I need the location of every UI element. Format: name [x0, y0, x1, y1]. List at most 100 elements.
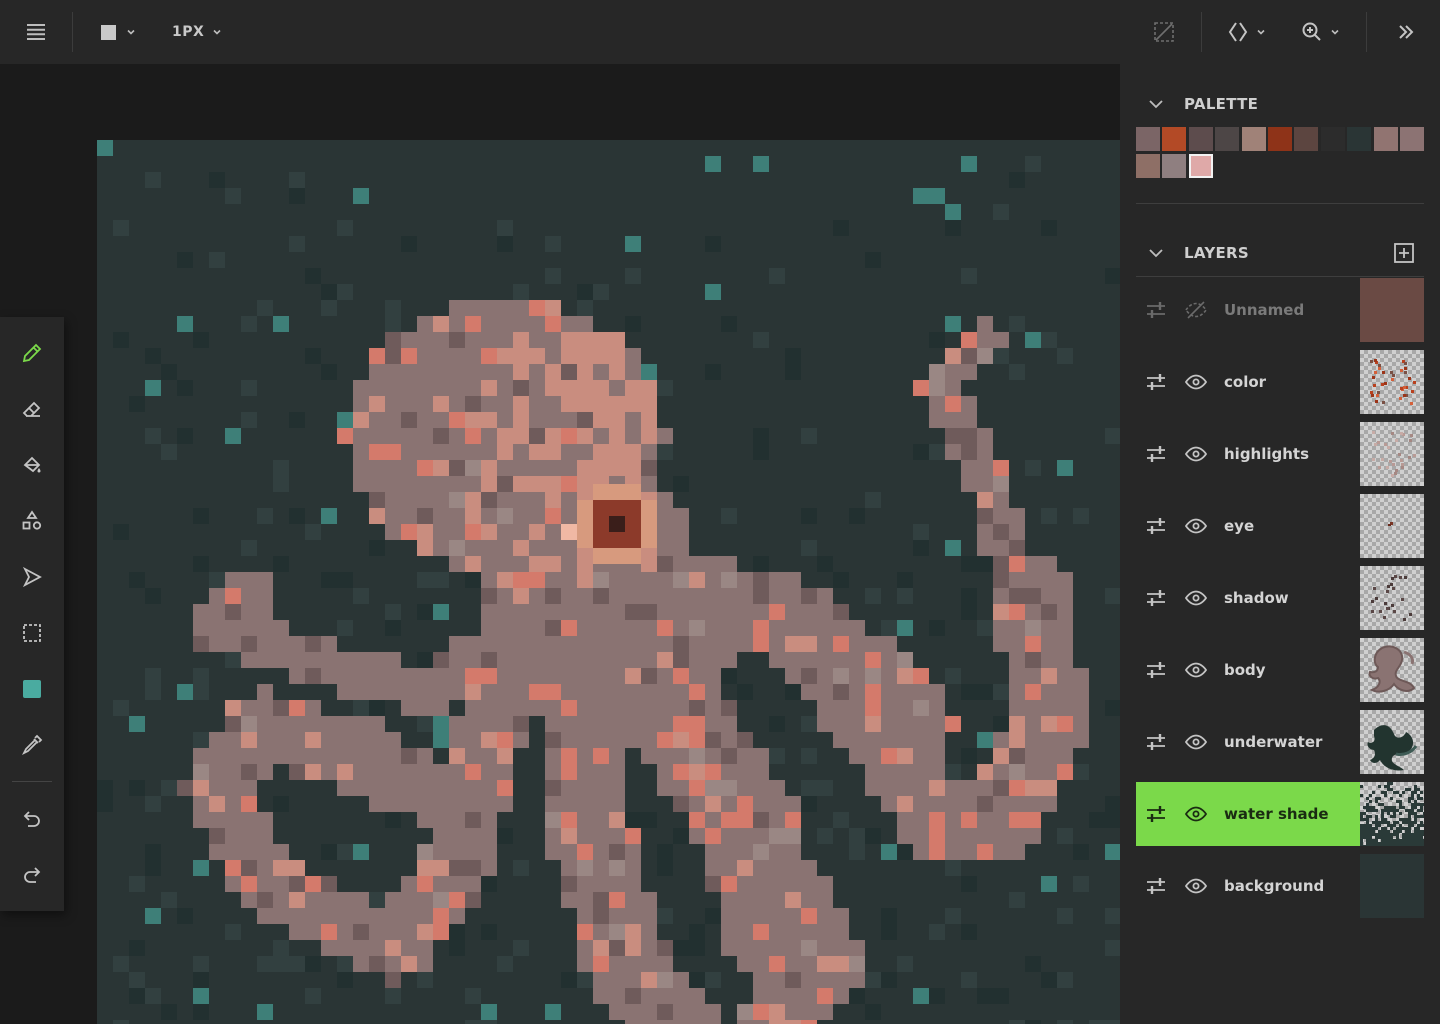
eyedropper-tool[interactable]	[0, 717, 64, 773]
layer-settings-icon[interactable]	[1144, 874, 1168, 898]
canvas-pixel	[817, 908, 833, 924]
eye-icon[interactable]	[1184, 370, 1208, 394]
eye-icon[interactable]	[1184, 514, 1208, 538]
layer-item[interactable]: Unnamed	[1136, 278, 1424, 342]
layer-item[interactable]: background	[1136, 854, 1424, 918]
eye-icon[interactable]	[1184, 802, 1208, 826]
canvas-pixel	[801, 796, 817, 812]
layer-settings-icon[interactable]	[1144, 802, 1168, 826]
canvas-pixel	[577, 300, 593, 316]
layer-item[interactable]: color	[1136, 350, 1424, 414]
palette-swatch[interactable]	[1320, 127, 1345, 151]
canvas-pixel	[753, 156, 769, 172]
canvas-pixel	[593, 460, 609, 476]
selection-tool[interactable]	[0, 605, 64, 661]
fill-tool[interactable]	[0, 437, 64, 493]
double-chevron-right-icon[interactable]	[1392, 0, 1420, 64]
palette-swatch[interactable]	[1188, 154, 1213, 178]
canvas-pixel	[353, 380, 369, 396]
palette-header[interactable]: PALETTE	[1136, 84, 1424, 124]
layer-settings-icon[interactable]	[1144, 730, 1168, 754]
canvas-pixel	[961, 428, 977, 444]
layer-row[interactable]: body	[1136, 638, 1360, 702]
layer-row[interactable]: color	[1136, 350, 1360, 414]
layer-item[interactable]: body	[1136, 638, 1424, 702]
eraser-tool[interactable]	[0, 381, 64, 437]
layer-settings-icon[interactable]	[1144, 514, 1168, 538]
layer-row[interactable]: eye	[1136, 494, 1360, 558]
layer-row[interactable]: Unnamed	[1136, 278, 1360, 342]
layer-item[interactable]: highlights	[1136, 422, 1424, 486]
canvas-pixel	[1073, 876, 1089, 892]
layer-settings-icon[interactable]	[1144, 658, 1168, 682]
layer-row[interactable]: underwater	[1136, 710, 1360, 774]
chevron-down-icon[interactable]	[1146, 243, 1166, 263]
layer-settings-icon[interactable]	[1144, 370, 1168, 394]
eye-icon[interactable]	[1184, 874, 1208, 898]
palette-swatch[interactable]	[1373, 127, 1398, 151]
symmetry-dropdown[interactable]	[1226, 0, 1270, 64]
zoom-dropdown[interactable]	[1300, 0, 1344, 64]
palette-swatch[interactable]	[1136, 154, 1160, 178]
canvas-pixel	[577, 748, 593, 764]
eye-icon[interactable]	[1184, 586, 1208, 610]
palette-swatch[interactable]	[1188, 127, 1213, 151]
palette-swatch[interactable]	[1215, 127, 1240, 151]
chevron-down-icon[interactable]	[1146, 94, 1166, 114]
canvas-pixel	[561, 412, 577, 428]
layer-item[interactable]: eye	[1136, 494, 1424, 558]
eye-icon[interactable]	[1184, 730, 1208, 754]
canvas-pixel	[945, 220, 961, 236]
canvas-pixel	[449, 892, 465, 908]
canvas-pixel	[1105, 1020, 1120, 1024]
layers-header[interactable]: LAYERS	[1136, 233, 1424, 273]
drawing-canvas[interactable]	[97, 140, 1120, 1024]
canvas-pixel	[545, 300, 561, 316]
palette-swatch[interactable]	[1136, 127, 1160, 151]
layer-settings-icon[interactable]	[1144, 442, 1168, 466]
brush-shape-dropdown[interactable]	[98, 0, 142, 64]
layer-item[interactable]: water shade	[1136, 782, 1424, 846]
transparency-grid-icon[interactable]	[1150, 0, 1178, 64]
canvas-pixel	[849, 620, 865, 636]
canvas-pixel	[417, 332, 433, 348]
brush-size-dropdown[interactable]: 1PX	[172, 0, 232, 64]
undo-button[interactable]	[0, 791, 64, 847]
palette-swatch[interactable]	[1162, 127, 1187, 151]
shapes-tool[interactable]	[0, 493, 64, 549]
canvas-pixel	[481, 524, 497, 540]
color-tool[interactable]	[0, 661, 64, 717]
hamburger-menu-icon[interactable]	[16, 0, 56, 64]
palette-swatch[interactable]	[1294, 127, 1319, 151]
octopus-pixel-art[interactable]	[97, 140, 1120, 1024]
canvas-pixel	[481, 716, 497, 732]
canvas-pixel	[641, 668, 657, 684]
canvas-pixel	[641, 748, 657, 764]
layer-row[interactable]: background	[1136, 854, 1360, 918]
layer-item[interactable]: underwater	[1136, 710, 1424, 774]
redo-button[interactable]	[0, 847, 64, 903]
eye-hidden-icon[interactable]	[1184, 298, 1208, 322]
palette-swatch[interactable]	[1268, 127, 1292, 151]
canvas-pixel	[193, 860, 209, 876]
eye-icon[interactable]	[1184, 442, 1208, 466]
layer-settings-icon[interactable]	[1144, 298, 1168, 322]
palette-swatch[interactable]	[1347, 127, 1372, 151]
palette-swatch[interactable]	[1162, 154, 1187, 178]
pencil-tool[interactable]	[0, 325, 64, 381]
move-tool[interactable]	[0, 549, 64, 605]
layer-settings-icon[interactable]	[1144, 586, 1168, 610]
palette-swatch[interactable]	[1400, 127, 1424, 151]
palette-swatch[interactable]	[1241, 127, 1266, 151]
layer-row[interactable]: water shade	[1136, 782, 1360, 846]
layer-row[interactable]: shadow	[1136, 566, 1360, 630]
eye-icon[interactable]	[1184, 658, 1208, 682]
canvas-pixel	[513, 364, 529, 380]
canvas-pixel	[945, 796, 961, 812]
canvas-pixel	[801, 940, 817, 956]
add-layer-icon[interactable]	[1392, 241, 1416, 265]
layer-item[interactable]: shadow	[1136, 566, 1424, 630]
canvas-pixel	[513, 652, 529, 668]
layer-row[interactable]: highlights	[1136, 422, 1360, 486]
canvas-workspace[interactable]	[0, 64, 1120, 1024]
